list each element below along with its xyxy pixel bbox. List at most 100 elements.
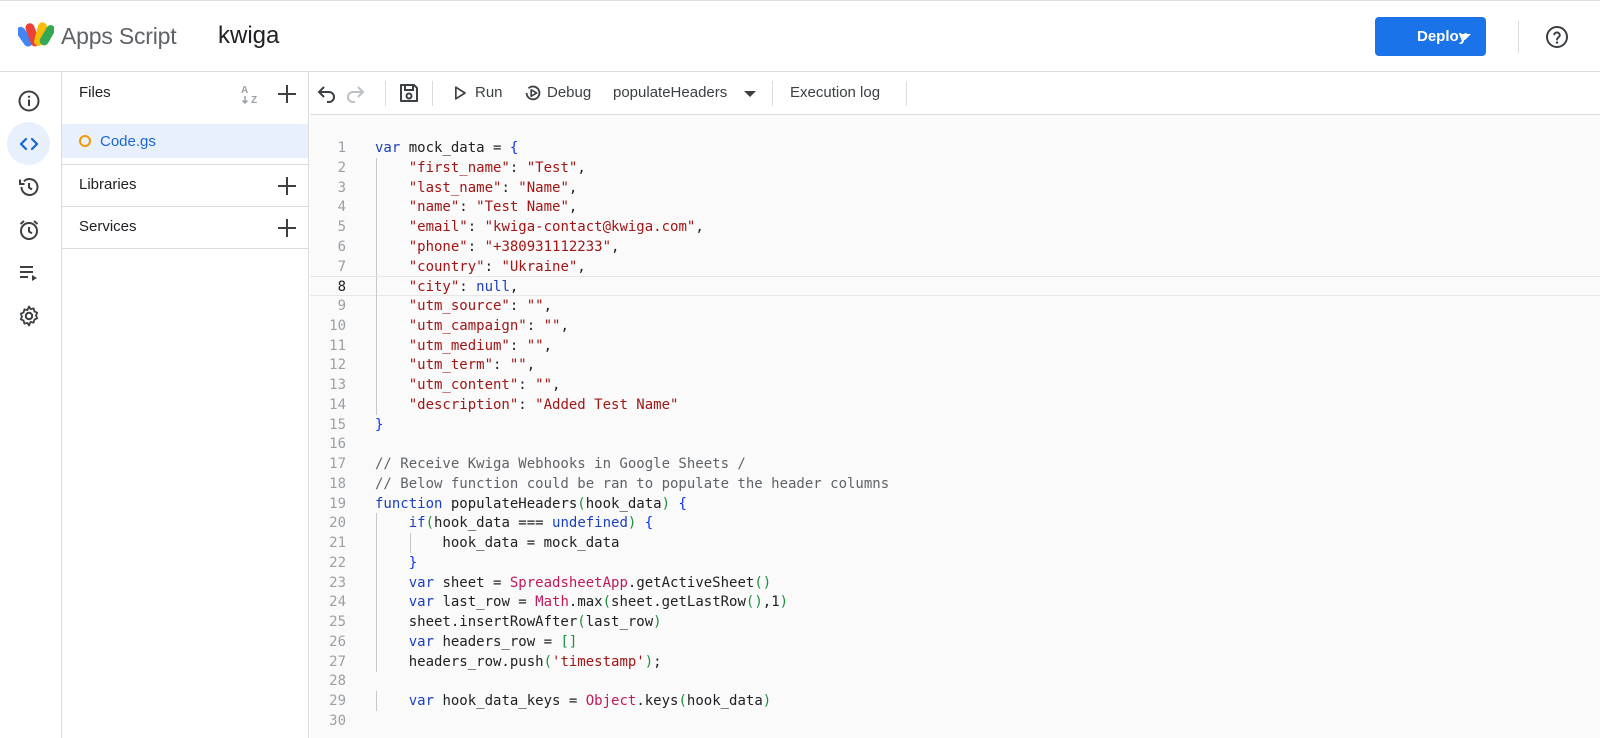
line-number: 17 bbox=[329, 456, 346, 472]
code-line[interactable]: 15} bbox=[310, 415, 1600, 435]
rail-item-executions[interactable] bbox=[7, 251, 50, 294]
code-line[interactable]: 20 if(hook_data === undefined) { bbox=[310, 513, 1600, 534]
line-number: 30 bbox=[329, 712, 346, 729]
code-line[interactable]: 24 var last_row = Math.max(sheet.getLast… bbox=[310, 592, 1600, 613]
undo-icon[interactable] bbox=[315, 81, 339, 105]
caret-down-icon bbox=[744, 91, 756, 97]
files-panel: Files A Z Code.gs Libraries Services bbox=[62, 72, 309, 738]
alarm-icon bbox=[19, 219, 38, 240]
code-text: "utm_source": "", bbox=[408, 298, 553, 314]
divider bbox=[385, 81, 386, 106]
code-text: // Receive Kwiga Webhooks in Google Shee… bbox=[375, 456, 746, 472]
line-number: 19 bbox=[329, 495, 346, 512]
divider bbox=[432, 81, 433, 106]
code-text: "name": "Test Name", bbox=[408, 199, 578, 216]
line-number: 23 bbox=[329, 574, 346, 591]
code-icon bbox=[19, 137, 38, 150]
function-select[interactable]: populateHeaders bbox=[613, 72, 763, 115]
project-title[interactable]: kwiga bbox=[218, 22, 279, 50]
rail-item-history[interactable] bbox=[7, 165, 50, 208]
execution-log-button[interactable]: Execution log bbox=[790, 84, 880, 101]
function-name: populateHeaders bbox=[613, 84, 728, 101]
sort-az-icon[interactable]: A Z bbox=[240, 82, 264, 106]
code-editor[interactable]: 1 var mock_data = {2 "first_name": "Test"… bbox=[310, 115, 1600, 738]
debug-button[interactable]: Debug bbox=[522, 72, 607, 115]
run-label: Run bbox=[475, 84, 503, 101]
history-icon bbox=[18, 177, 38, 196]
code-line[interactable]: 10 "utm_campaign": "", bbox=[310, 315, 1600, 336]
code-text: "utm_campaign": "", bbox=[408, 317, 569, 334]
deploy-button[interactable]: Deploy bbox=[1375, 17, 1486, 56]
code-line[interactable]: 2 "first_name": "Test", bbox=[310, 157, 1600, 178]
help-icon[interactable] bbox=[1545, 25, 1569, 49]
code-line[interactable]: 8 "city": null, bbox=[310, 276, 1600, 298]
rail-item-triggers[interactable] bbox=[7, 208, 50, 251]
code-line[interactable]: 30 bbox=[310, 711, 1600, 731]
line-number: 16 bbox=[329, 436, 346, 453]
run-button[interactable]: Run bbox=[450, 72, 516, 115]
app-title: Apps Script bbox=[61, 23, 177, 49]
info-icon bbox=[18, 90, 39, 111]
code-line[interactable]: 1 var mock_data = { bbox=[310, 138, 1600, 158]
redo-icon[interactable] bbox=[343, 81, 367, 105]
rail-item-settings[interactable] bbox=[7, 294, 50, 337]
code-text: } bbox=[375, 416, 384, 433]
code-line[interactable]: 7 "country": "Ukraine", bbox=[310, 256, 1600, 277]
apps-script-logo bbox=[18, 22, 54, 47]
code-text: "utm_term": "", bbox=[408, 357, 536, 374]
code-line[interactable]: 29 var hook_data_keys = Object.keys(hook… bbox=[310, 691, 1600, 711]
code-line[interactable]: 11 "utm_medium": "", bbox=[310, 335, 1600, 356]
code-line[interactable]: 17 // Receive Kwiga Webhooks in Google Sh… bbox=[310, 454, 1600, 474]
line-number: 7 bbox=[337, 258, 346, 275]
line-number: 22 bbox=[329, 554, 346, 571]
code-line[interactable]: 21 hook_data = mock_data bbox=[310, 533, 1600, 553]
code-line[interactable]: 4 "name": "Test Name", bbox=[310, 197, 1600, 218]
add-library-icon[interactable] bbox=[275, 174, 299, 198]
code-line[interactable]: 27 headers_row.push('timestamp'); bbox=[310, 651, 1600, 672]
line-number: 27 bbox=[329, 653, 346, 670]
code-text: var sheet = SpreadsheetApp.getActiveShee… bbox=[408, 574, 772, 591]
rail-item-overview[interactable] bbox=[7, 79, 50, 122]
svg-text:Z: Z bbox=[251, 95, 257, 106]
line-number: 29 bbox=[329, 693, 346, 709]
editor-toolbar: Run Debug populateHeaders Execution log bbox=[310, 72, 1600, 115]
line-number: 26 bbox=[329, 633, 346, 650]
unsaved-dot-icon bbox=[79, 135, 91, 147]
code-text: if(hook_data === undefined) { bbox=[408, 515, 654, 532]
code-line[interactable]: 19 function populateHeaders(hook_data) { bbox=[310, 494, 1600, 514]
code-line[interactable]: 28 bbox=[310, 671, 1600, 691]
code-text: "utm_medium": "", bbox=[408, 337, 553, 354]
code-line[interactable]: 9 "utm_source": "", bbox=[310, 296, 1600, 316]
line-number: 10 bbox=[329, 317, 346, 334]
save-icon[interactable] bbox=[397, 81, 421, 105]
code-line[interactable]: 6 "phone": "+380931112233", bbox=[310, 236, 1600, 257]
code-line[interactable]: 3 "last_name": "Name", bbox=[310, 177, 1600, 198]
code-line[interactable]: 12 "utm_term": "", bbox=[310, 355, 1600, 376]
services-title: Services bbox=[79, 218, 137, 235]
rail-item-editor[interactable] bbox=[7, 122, 50, 165]
left-nav-rail bbox=[0, 72, 62, 738]
line-number: 2 bbox=[337, 159, 346, 176]
code-line[interactable]: 18 // Below function could be ran to popu… bbox=[310, 474, 1600, 494]
add-file-icon[interactable] bbox=[275, 82, 299, 106]
code-line[interactable]: 25 sheet.insertRowAfter(last_row) bbox=[310, 612, 1600, 632]
code-line[interactable]: 14 "description": "Added Test Name" bbox=[310, 394, 1600, 415]
code-text: "country": "Ukraine", bbox=[408, 258, 586, 275]
code-line[interactable]: 13 "utm_content": "", bbox=[310, 375, 1600, 395]
line-number: 9 bbox=[337, 298, 346, 314]
files-header: Files A Z bbox=[62, 72, 308, 115]
file-item-code-gs[interactable]: Code.gs bbox=[62, 124, 308, 158]
line-number: 5 bbox=[337, 219, 346, 235]
executions-icon bbox=[19, 265, 37, 281]
line-number: 18 bbox=[329, 475, 346, 492]
code-text: "utm_content": "", bbox=[408, 377, 561, 393]
code-text: var mock_data = { bbox=[375, 140, 519, 156]
code-line[interactable]: 26 var headers_row = [] bbox=[310, 631, 1600, 652]
files-title: Files bbox=[79, 84, 111, 101]
code-line[interactable]: 16 bbox=[310, 434, 1600, 454]
code-line[interactable]: 23 var sheet = SpreadsheetApp.getActiveS… bbox=[310, 572, 1600, 593]
code-line[interactable]: 22 } bbox=[310, 552, 1600, 573]
play-icon bbox=[455, 86, 466, 100]
code-line[interactable]: 5 "email": "kwiga-contact@kwiga.com", bbox=[310, 217, 1600, 237]
add-service-icon[interactable] bbox=[275, 216, 299, 240]
